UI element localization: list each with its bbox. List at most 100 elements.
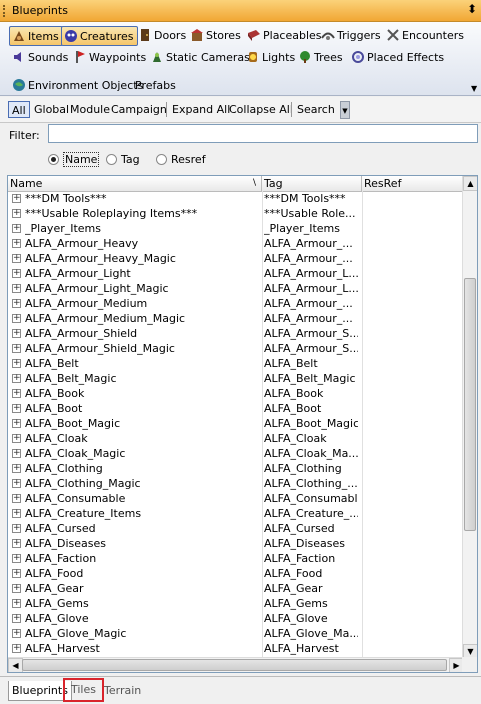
placeables-button[interactable]: Placeables (245, 26, 325, 46)
scroll-left-icon[interactable]: ◀ (8, 658, 23, 672)
tree-row[interactable]: + ALFA_Glove ALFA_Glove (8, 611, 464, 626)
placed-effects-button[interactable]: Placed Effects (349, 48, 447, 68)
expand-icon[interactable]: + (12, 524, 21, 533)
expand-icon[interactable]: + (12, 644, 21, 653)
tree-row[interactable]: + ALFA_Consumable ALFA_Consumable (8, 491, 464, 506)
trees-button[interactable]: Trees (296, 48, 346, 68)
tree-row[interactable]: + ALFA_Book ALFA_Book (8, 386, 464, 401)
tree-row[interactable]: + ALFA_Clothing_Magic ALFA_Clothing_... (8, 476, 464, 491)
tree-row[interactable]: + ALFA_Cloak_Magic ALFA_Cloak_Ma... (8, 446, 464, 461)
prefabs-button[interactable]: Prefabs (133, 76, 179, 96)
tree-row[interactable]: + ALFA_Clothing ALFA_Clothing (8, 461, 464, 476)
vertical-scroll-thumb[interactable] (464, 278, 476, 531)
lights-button[interactable]: Lights (244, 48, 298, 68)
expand-icon[interactable]: + (12, 479, 21, 488)
stores-button[interactable]: Stores (188, 26, 244, 46)
expand-icon[interactable]: + (12, 434, 21, 443)
expand-icon[interactable]: + (12, 629, 21, 638)
column-header-name[interactable]: Name \ (8, 176, 262, 191)
waypoints-button[interactable]: Waypoints (71, 48, 149, 68)
search-by-resref-radio[interactable]: Resref (156, 152, 206, 168)
tree-row[interactable]: + ALFA_Glove_Magic ALFA_Glove_Ma... (8, 626, 464, 641)
scroll-up-icon[interactable]: ▲ (463, 176, 477, 191)
static-cameras-button[interactable]: Static Cameras (148, 48, 253, 68)
expand-icon[interactable]: + (12, 419, 21, 428)
filter-bar-dropdown-icon[interactable]: ▼ (340, 101, 350, 119)
triggers-button[interactable]: Triggers (319, 26, 384, 46)
tree-row[interactable]: + ALFA_Belt_Magic ALFA_Belt_Magic (8, 371, 464, 386)
expand-all-button[interactable]: Expand All (169, 101, 233, 118)
items-button[interactable]: Items (9, 26, 63, 46)
expand-icon[interactable]: + (12, 359, 21, 368)
tree-row[interactable]: + ALFA_Boot_Magic ALFA_Boot_Magic (8, 416, 464, 431)
collapse-all-button[interactable]: Collapse All (226, 101, 296, 118)
tree-row[interactable]: + ***DM Tools*** ***DM Tools*** (8, 191, 464, 206)
tree-row[interactable]: + ALFA_Cursed ALFA_Cursed (8, 521, 464, 536)
expand-icon[interactable]: + (12, 449, 21, 458)
expand-icon[interactable]: + (12, 389, 21, 398)
tree-row[interactable]: + _Player_Items _Player_Items (8, 221, 464, 236)
blueprint-tree[interactable]: Name \ Tag ResRef + ***DM Tools*** ***DM T… (7, 175, 478, 673)
expand-icon[interactable]: + (12, 254, 21, 263)
horizontal-scrollbar[interactable]: ◀ ▶ (8, 657, 464, 672)
expand-icon[interactable]: + (12, 584, 21, 593)
column-header-resref[interactable]: ResRef (362, 176, 464, 191)
drag-grip-icon[interactable] (3, 5, 7, 17)
expand-icon[interactable]: + (12, 374, 21, 383)
expand-icon[interactable]: + (12, 284, 21, 293)
expand-icon[interactable]: + (12, 269, 21, 278)
expand-icon[interactable]: + (12, 509, 21, 518)
environment-objects-button[interactable]: Environment Objects (10, 76, 146, 96)
toolbar-overflow-icon[interactable]: ▼ (471, 84, 480, 96)
expand-icon[interactable]: + (12, 539, 21, 548)
sounds-button[interactable]: Sounds (10, 48, 71, 68)
tab-tiles[interactable]: Tiles (63, 678, 104, 702)
horizontal-scroll-thumb[interactable] (22, 659, 447, 671)
tree-row[interactable]: + ALFA_Food ALFA_Food (8, 566, 464, 581)
search-button[interactable]: Search (294, 101, 338, 118)
search-by-name-radio[interactable]: Name (48, 152, 100, 168)
expand-icon[interactable]: + (12, 344, 21, 353)
tree-row[interactable]: + ALFA_Armour_Heavy_Magic ALFA_Armour_... (8, 251, 464, 266)
tree-row[interactable]: + ALFA_Belt ALFA_Belt (8, 356, 464, 371)
tree-row[interactable]: + ALFA_Faction ALFA_Faction (8, 551, 464, 566)
expand-icon[interactable]: + (12, 614, 21, 623)
expand-icon[interactable]: + (12, 194, 21, 203)
expand-icon[interactable]: + (12, 299, 21, 308)
expand-icon[interactable]: + (12, 464, 21, 473)
tree-row[interactable]: + ALFA_Armour_Shield_Magic ALFA_Armour_S..… (8, 341, 464, 356)
expand-icon[interactable]: + (12, 569, 21, 578)
expand-icon[interactable]: + (12, 329, 21, 338)
creatures-button[interactable]: Creatures (61, 26, 138, 46)
tree-row[interactable]: + ALFA_Armour_Medium_Magic ALFA_Armour_... (8, 311, 464, 326)
expand-icon[interactable]: + (12, 209, 21, 218)
tree-row[interactable]: + ALFA_Gems ALFA_Gems (8, 596, 464, 611)
filter-all-button[interactable]: All (8, 101, 30, 118)
tree-row[interactable]: + ALFA_Gear ALFA_Gear (8, 581, 464, 596)
filter-campaign-button[interactable]: Campaign (108, 101, 170, 118)
filter-global-button[interactable]: Global (31, 101, 72, 118)
tree-row[interactable]: + ALFA_Cloak ALFA_Cloak (8, 431, 464, 446)
expand-icon[interactable]: + (12, 494, 21, 503)
encounters-button[interactable]: Encounters (384, 26, 467, 46)
search-by-tag-radio[interactable]: Tag (106, 152, 140, 168)
tree-row[interactable]: + ALFA_Armour_Heavy ALFA_Armour_... (8, 236, 464, 251)
tree-row[interactable]: + ALFA_Boot ALFA_Boot (8, 401, 464, 416)
tree-row[interactable]: + ***Usable Roleplaying Items*** ***Usable… (8, 206, 464, 221)
filter-module-button[interactable]: Module (67, 101, 113, 118)
expand-icon[interactable]: + (12, 404, 21, 413)
panel-title-bar[interactable]: Blueprints ⬍ (0, 0, 481, 22)
tree-row[interactable]: + ALFA_Harvest ALFA_Harvest (8, 641, 464, 656)
tab-terrain[interactable]: Terrain (101, 681, 144, 701)
pin-icon[interactable]: ⬍ (467, 2, 477, 16)
expand-icon[interactable]: + (12, 554, 21, 563)
expand-icon[interactable]: + (12, 239, 21, 248)
expand-icon[interactable]: + (12, 224, 21, 233)
tree-row[interactable]: + ALFA_Armour_Medium ALFA_Armour_... (8, 296, 464, 311)
column-header-tag[interactable]: Tag (262, 176, 362, 191)
tree-row[interactable]: + ALFA_Diseases ALFA_Diseases (8, 536, 464, 551)
expand-icon[interactable]: + (12, 314, 21, 323)
tree-row[interactable]: + ALFA_Armour_Shield ALFA_Armour_S... (8, 326, 464, 341)
doors-button[interactable]: Doors (136, 26, 189, 46)
tree-row[interactable]: + ALFA_Armour_Light ALFA_Armour_L... (8, 266, 464, 281)
